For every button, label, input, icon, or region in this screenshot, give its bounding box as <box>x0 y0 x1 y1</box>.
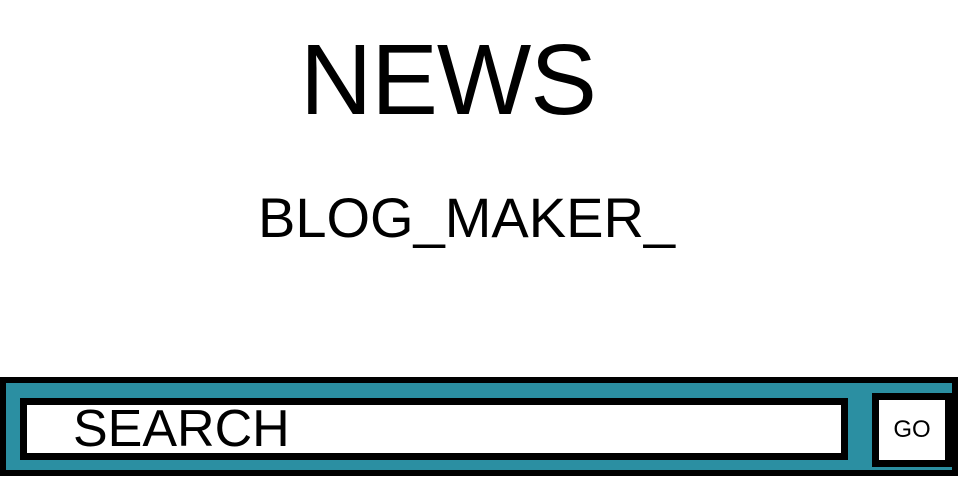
page-title: NEWS <box>300 24 597 136</box>
blog-name: BLOG_MAKER_ <box>258 186 676 249</box>
go-button[interactable]: GO <box>872 393 952 467</box>
search-bar: GO <box>0 377 958 476</box>
search-input[interactable] <box>20 398 848 460</box>
